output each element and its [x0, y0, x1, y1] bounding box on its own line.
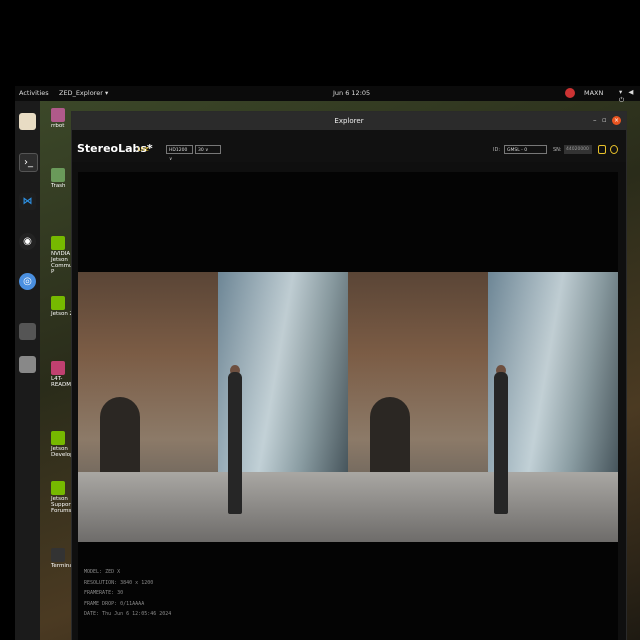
vscode-icon[interactable]: ⋈ [19, 193, 36, 210]
window-titlebar[interactable]: Explorer – ▫ × [72, 112, 626, 130]
id-label: ID: [493, 147, 501, 153]
drive-icon[interactable] [19, 356, 36, 373]
files-icon[interactable] [19, 113, 36, 130]
window-title: Explorer [334, 117, 364, 125]
app-menu[interactable]: ZED_Explorer ▾ [59, 89, 108, 97]
serial-number-field: 44020000 [564, 145, 592, 154]
settings-gear-icon[interactable] [610, 145, 618, 154]
meta-framerate: FRAMERATE: 30 [84, 590, 124, 596]
explorer-window: Explorer – ▫ × StereoLabs* LIVE HD1200 ∨… [71, 111, 627, 640]
apps-icon[interactable] [19, 323, 36, 340]
right-camera-image [348, 272, 618, 542]
activities-button[interactable]: Activities [19, 89, 49, 97]
app-toolbar: StereoLabs* LIVE HD1200 ∨ 30 ∨ ID: GMSL … [72, 130, 626, 162]
meta-resolution: RESOLUTION: 3840 x 1200 [84, 579, 154, 586]
clock[interactable]: Jun 6 12:05 [333, 89, 370, 97]
record-icon[interactable] [598, 145, 606, 154]
chromium-icon[interactable]: ◎ [19, 273, 36, 290]
maximize-button[interactable]: ▫ [602, 116, 607, 124]
dock: ›_ ⋈ ◉ ◎ [15, 101, 40, 640]
stereo-view: MODEL: ZED X RESOLUTION: 3840 x 1200 FRA… [78, 172, 618, 640]
live-badge: LIVE [138, 147, 149, 153]
camera-id-select[interactable]: GMSL - 0 [504, 145, 547, 154]
meta-frame-drop: FRAME DROP: 0/11AAAA [84, 600, 145, 607]
obs-icon[interactable]: ◉ [19, 233, 36, 250]
terminal-icon[interactable]: ›_ [19, 153, 38, 172]
system-topbar: Activities ZED_Explorer ▾ Jun 6 12:05 MA… [15, 86, 640, 104]
close-button[interactable]: × [612, 116, 621, 125]
meta-date: DATE: Thu Jun 6 12:05:46 2024 [84, 611, 172, 617]
minimize-button[interactable]: – [593, 116, 597, 124]
camera-metadata: MODEL: ZED X RESOLUTION: 3840 x 1200 FRA… [84, 567, 171, 620]
meta-model: MODEL: ZED X [84, 569, 121, 575]
nvidia-icon[interactable] [565, 88, 575, 98]
system-tray[interactable]: ▾ ◀ ⏻ [619, 88, 640, 105]
left-camera-image [78, 272, 348, 542]
resolution-select[interactable]: HD1200 ∨ [166, 145, 193, 162]
desktop-screen: Activities ZED_Explorer ▾ Jun 6 12:05 MA… [15, 86, 640, 640]
fps-select[interactable]: 30 ∨ [195, 145, 221, 154]
sn-label: SN: [553, 147, 562, 153]
power-mode[interactable]: MAXN [584, 89, 603, 97]
